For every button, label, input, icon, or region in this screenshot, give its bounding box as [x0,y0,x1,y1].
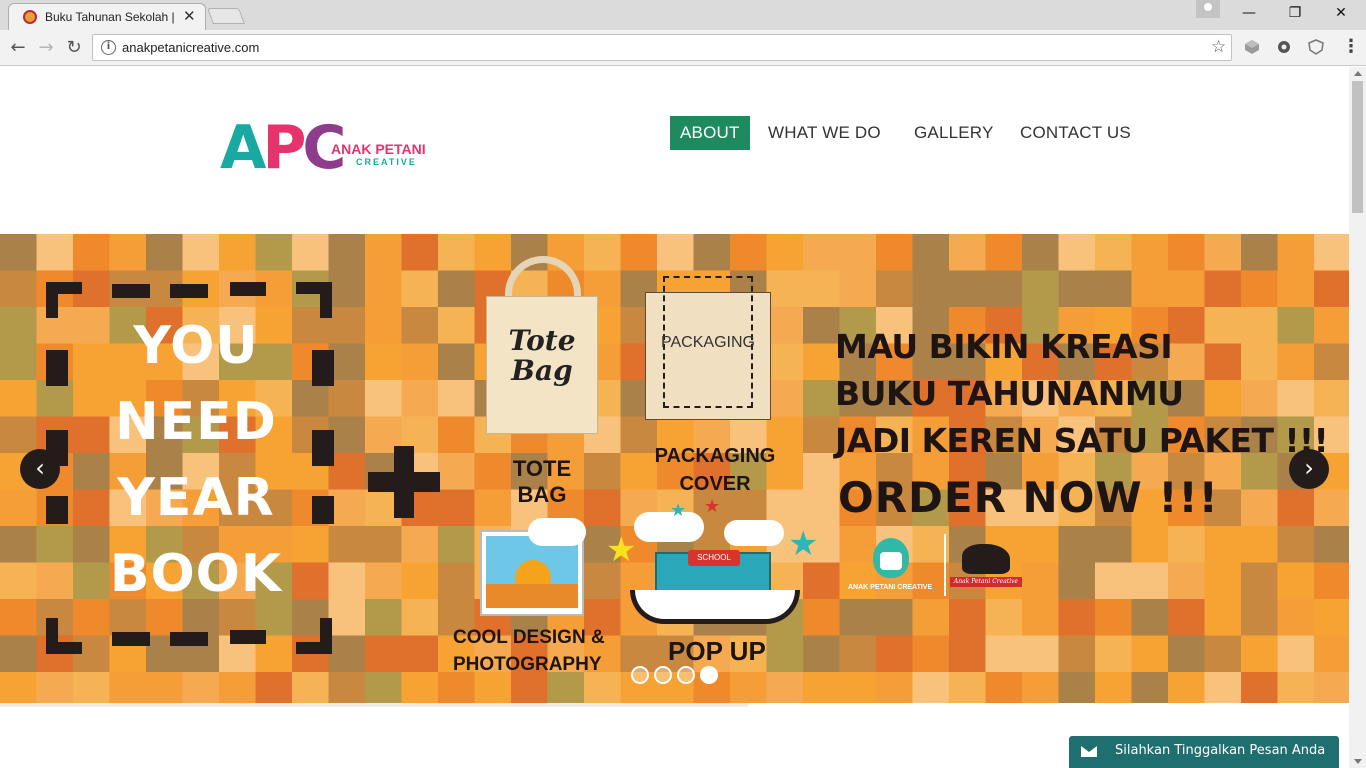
tab-title: Buku Tahunan Sekolah | A [45,10,177,24]
browser-tabstrip: Buku Tahunan Sekolah | A ✕ — ❐ ✕ [0,0,1366,30]
bookmark-star-icon[interactable]: ☆ [1211,37,1226,57]
slider-progress-track [0,703,748,707]
slide-headline-line: BOOK [109,544,283,604]
popup-label: POP UP [668,636,766,666]
frame-dash [312,350,334,386]
logo-monogram: APC [220,113,346,183]
frame-dash [46,350,68,386]
browser-menu-icon[interactable]: ⋮ [1342,36,1360,57]
back-button[interactable]: ← [6,36,30,60]
new-tab-button[interactable] [207,8,245,24]
chat-widget-label: Silahkan Tinggalkan Pesan Anda [1115,743,1326,758]
browser-toolbar: ← → ↻ i anakpetanicreative.com ☆ ⋮ [0,30,1366,66]
slider-prev-button[interactable]: ‹ [20,449,60,489]
partner-logo-icon [962,544,1010,574]
cloud-shape [634,512,704,542]
chat-widget-button[interactable]: Silahkan Tinggalkan Pesan Anda [1069,736,1339,768]
promo-line: BUKU TAHUNANMU [835,374,1184,413]
nav-contact-us[interactable]: CONTACT US [1020,116,1131,150]
extension-gear-icon[interactable] [1276,39,1292,55]
slide-headline-line: NEED [115,392,277,452]
frame-dash [170,284,208,298]
nav-what-we-do[interactable]: WHAT WE DO [768,116,881,150]
packaging-print: PACKAGING [661,334,755,351]
logo-name: ANAK PETANI [331,141,426,157]
tab-close-icon[interactable]: ✕ [183,7,196,25]
hero-slider: YOU NEED YEAR BOOK Tote Bag TOTE BAG PACK… [0,234,1349,703]
slider-dot[interactable] [654,666,672,684]
extension-cube-icon[interactable] [1244,39,1260,55]
packaging-cover-label: PACKAGING COVER [654,445,776,495]
site-logo[interactable]: APC ANAK PETANI CREATIVE [220,115,460,185]
mascot-caption: ANAK PETANI CREATIVE [848,584,933,591]
slider-dot-active[interactable] [700,666,718,684]
minimize-button[interactable]: — [1226,2,1272,24]
extension-shield-icon[interactable] [1308,39,1324,55]
promo-line: JADI KEREN SATU PAKET !!! [835,421,1329,460]
frame-dash [112,632,150,646]
slide-headline-line: YEAR [117,468,275,528]
reload-button[interactable]: ↻ [62,36,86,60]
plus-sign [368,446,440,518]
scroll-thumb[interactable] [1352,81,1363,213]
star-icon: ★ [670,500,687,521]
partner-ribbon: Anak Petani Creative [950,577,1022,587]
close-window-button[interactable]: ✕ [1318,2,1364,24]
mascot-face [880,552,902,570]
url-text[interactable]: anakpetanicreative.com [122,40,259,55]
star-icon: ★ [704,496,721,517]
site-favicon-icon [23,10,37,24]
page-viewport: APC ANAK PETANI CREATIVE ABOUT WHAT WE D… [0,67,1349,768]
frame-dash [230,282,266,296]
popup-open-book [630,590,800,624]
forward-button[interactable]: → [34,36,58,60]
star-icon: ★ [606,530,637,570]
frame-dash [112,284,150,298]
frame-corner [296,642,332,654]
browser-tab-active[interactable]: Buku Tahunan Sekolah | A ✕ [8,3,206,30]
logo-subtitle: CREATIVE [356,157,417,167]
cool-design-label: COOL DESIGN & PHOTOGRAPHY [453,627,605,675]
popup-school-sign: SCHOOL [688,550,740,566]
frame-dash [170,632,208,646]
cloud-shape [528,518,586,546]
frame-dash [230,630,266,644]
address-bar[interactable]: i anakpetanicreative.com ☆ [92,34,1232,61]
logo-divider [944,534,946,596]
nav-gallery[interactable]: GALLERY [914,116,994,150]
site-info-icon[interactable]: i [101,40,116,55]
scroll-up-icon[interactable] [1354,71,1362,76]
cloud-shape [724,520,784,546]
frame-dash [312,430,334,466]
page-scrollbar[interactable] [1349,67,1366,768]
frame-corner [46,642,82,654]
slide-headline-line: YOU [133,316,259,376]
slider-dot[interactable] [677,666,695,684]
nav-about[interactable]: ABOUT [670,116,750,150]
envelope-icon [1081,746,1097,757]
slider-dot[interactable] [631,666,649,684]
maximize-button[interactable]: ❐ [1272,2,1318,24]
star-icon: ★ [788,524,819,564]
frame-dash [312,496,334,524]
frame-dash [46,496,68,524]
profile-icon[interactable] [1196,0,1220,18]
slider-next-button[interactable]: › [1289,449,1329,489]
scroll-down-icon[interactable] [1354,759,1362,764]
order-now-text: ORDER NOW !!! [838,473,1219,522]
tote-bag-label: TOTE BAG [512,456,572,507]
tote-bag-print: Tote Bag [508,324,576,387]
frame-corner [320,282,332,318]
promo-line: MAU BIKIN KREASI [835,327,1173,366]
photo-dunes [486,584,578,608]
frame-corner [46,282,58,318]
